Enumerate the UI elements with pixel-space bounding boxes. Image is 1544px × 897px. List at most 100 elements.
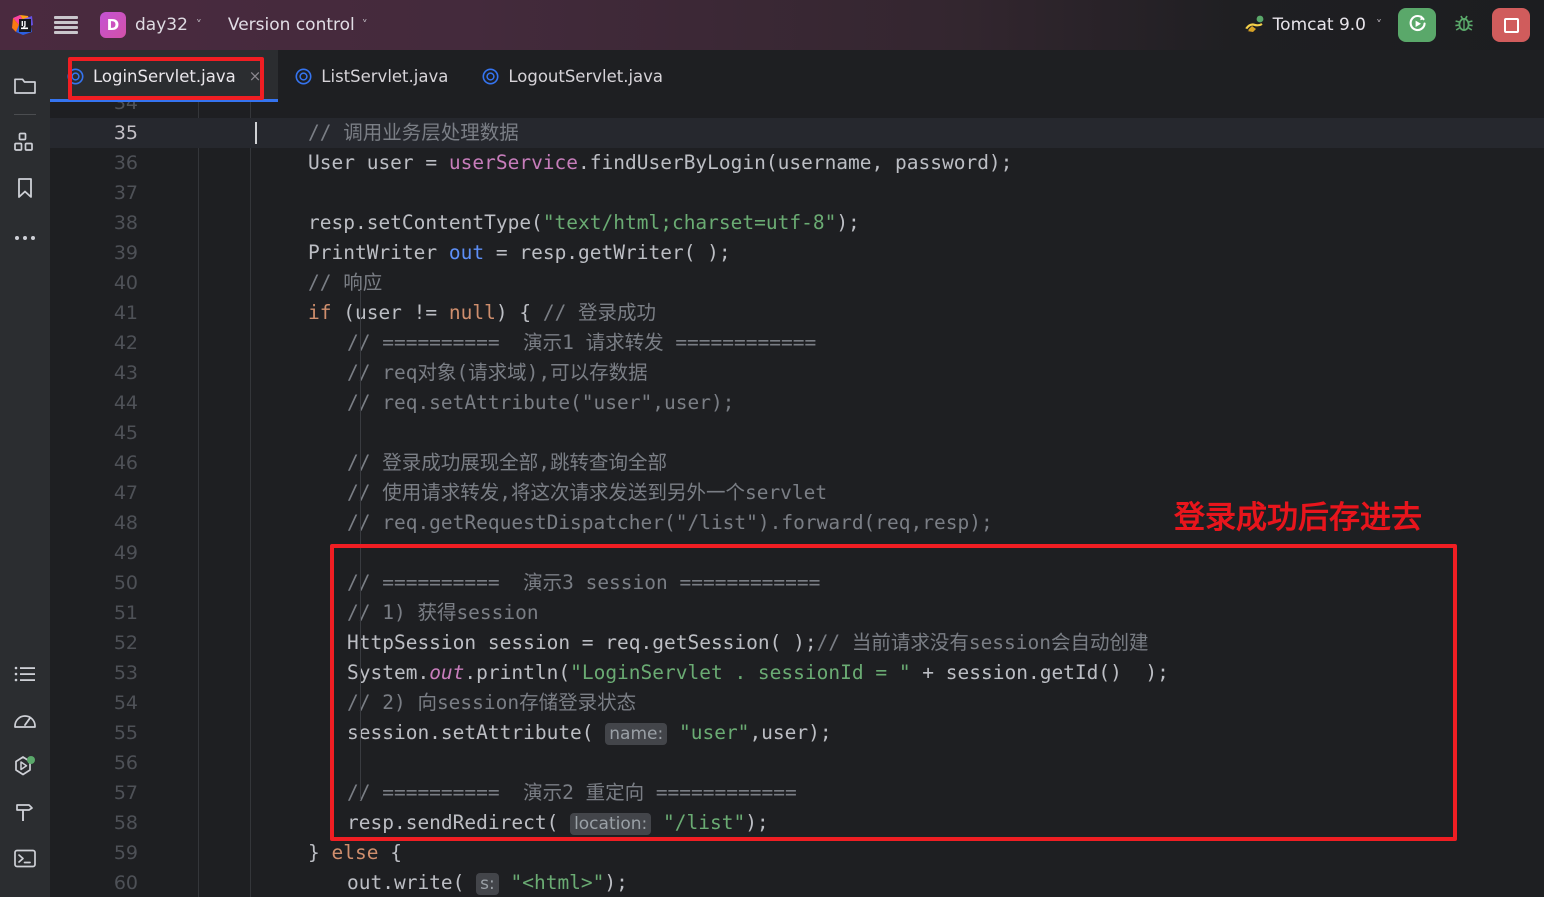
version-control-menu[interactable]: Version control — [228, 15, 355, 35]
code-token: { — [378, 841, 402, 864]
debug-bug-icon — [1453, 12, 1475, 38]
code-token: (user != — [331, 301, 449, 324]
code-token: // req对象(请求域),可以存数据 — [347, 361, 648, 384]
code-text: // 登录成功展现全部,跳转查询全部 — [347, 448, 667, 478]
intellij-idea-logo: IJ — [10, 12, 36, 38]
line-number: 38 — [113, 212, 138, 234]
code-line[interactable]: 55 session.setAttribute( name: "user",use… — [50, 718, 1544, 748]
line-number: 60 — [113, 872, 138, 894]
code-token: // 调用业务层处理数据 — [308, 121, 519, 144]
code-token: "<html>" — [510, 871, 605, 894]
sidebar-item-more[interactable] — [5, 213, 45, 259]
run-configuration-selector[interactable]: Tomcat 9.0 ˅ — [1244, 15, 1382, 35]
code-line[interactable]: 57 // ========== 演示2 重定向 ============ — [50, 778, 1544, 808]
chevron-down-icon: ˅ — [1376, 18, 1382, 32]
editor-tab-logoutservlet-java[interactable]: LogoutServlet.java — [465, 50, 680, 102]
structure-icon — [13, 131, 37, 157]
rail-divider — [14, 114, 36, 115]
indent-guide — [360, 290, 361, 800]
code-token: out.write( — [347, 871, 477, 894]
line-number: 42 — [113, 332, 138, 354]
hamburger-menu-icon[interactable] — [54, 16, 78, 34]
editor-tab-listservlet-java[interactable]: ListServlet.java — [278, 50, 465, 102]
line-number: 52 — [113, 632, 138, 654]
parameter-hint: location: — [570, 813, 652, 835]
code-line[interactable]: 38 resp.setContentType("text/html;charset… — [50, 208, 1544, 238]
line-number: 45 — [113, 422, 138, 444]
code-line[interactable]: 54 // 2) 向session存储登录状态 — [50, 688, 1544, 718]
code-line[interactable]: 50 // ========== 演示3 session ============ — [50, 568, 1544, 598]
code-line[interactable]: 43 // req对象(请求域),可以存数据 — [50, 358, 1544, 388]
code-line[interactable]: 45 — [50, 418, 1544, 448]
rerun-button[interactable] — [1398, 8, 1436, 42]
code-line[interactable]: 36 User user = userService.findUserByLogi… — [50, 148, 1544, 178]
editor-tab-loginservlet-java[interactable]: LoginServlet.java × — [50, 50, 279, 102]
sidebar-item-terminal[interactable] — [5, 837, 45, 883]
text-caret — [255, 122, 257, 144]
code-line[interactable]: 44 // req.setAttribute("user",user); — [50, 388, 1544, 418]
code-token: // ========== 演示3 session ============ — [347, 571, 821, 594]
code-line[interactable]: 51 // 1) 获得session — [50, 598, 1544, 628]
line-number: 35 — [113, 122, 138, 144]
list-icon — [13, 665, 37, 687]
code-text: // 1) 获得session — [347, 598, 539, 628]
code-text: User user = userService.findUserByLogin(… — [308, 148, 1012, 178]
code-token: else — [331, 841, 379, 864]
code-line[interactable]: 41 if (user != null) { // 登录成功 — [50, 298, 1544, 328]
line-number: 59 — [113, 842, 138, 864]
terminal-icon — [13, 848, 37, 873]
code-line[interactable]: 37 — [50, 178, 1544, 208]
code-line[interactable]: 56 — [50, 748, 1544, 778]
sidebar-item-profiler[interactable] — [5, 699, 45, 745]
code-line[interactable]: 58 resp.sendRedirect( location: "/list"); — [50, 808, 1544, 838]
line-number: 57 — [113, 782, 138, 804]
code-line[interactable]: 46 // 登录成功展现全部,跳转查询全部 — [50, 448, 1544, 478]
close-icon[interactable]: × — [249, 67, 262, 85]
code-line[interactable]: 40 // 响应 — [50, 268, 1544, 298]
code-line[interactable]: 52 HttpSession session = req.getSession( … — [50, 628, 1544, 658]
code-token: ); — [604, 871, 628, 894]
parameter-hint: name: — [605, 723, 668, 745]
folder-icon — [13, 75, 37, 100]
rerun-icon — [1407, 13, 1428, 38]
code-text: } else { — [308, 838, 402, 868]
code-token: if — [308, 301, 332, 324]
code-line[interactable]: 42 // ========== 演示1 请求转发 ============ — [50, 328, 1544, 358]
code-text: session.setAttribute( name: "user",user)… — [347, 718, 832, 749]
line-number: 58 — [113, 812, 138, 834]
line-number: 40 — [113, 272, 138, 294]
code-line[interactable]: 35 // 调用业务层处理数据 — [50, 118, 1544, 148]
line-number: 34 — [113, 102, 138, 114]
code-token: // 响应 — [308, 271, 383, 294]
code-line[interactable]: 49 — [50, 538, 1544, 568]
java-class-icon — [295, 68, 312, 85]
sidebar-item-project[interactable] — [5, 64, 45, 110]
code-line[interactable]: 59 } else { — [50, 838, 1544, 868]
sidebar-item-build[interactable] — [5, 791, 45, 837]
code-token: PrintWriter — [308, 241, 449, 264]
sidebar-item-todo[interactable] — [5, 653, 45, 699]
line-number: 50 — [113, 572, 138, 594]
code-line[interactable]: 34 — [50, 102, 1544, 118]
code-token: ); — [836, 211, 860, 234]
sidebar-item-bookmarks[interactable] — [5, 167, 45, 213]
project-selector[interactable]: D day32 ˅ — [100, 12, 202, 38]
sidebar-item-services[interactable] — [5, 745, 45, 791]
code-token: // req.setAttribute("user",user); — [347, 391, 735, 414]
code-line[interactable]: 39 PrintWriter out = resp.getWriter( ); — [50, 238, 1544, 268]
code-line[interactable]: 53 System.out.println("LoginServlet . ses… — [50, 658, 1544, 688]
debug-button[interactable] — [1448, 9, 1480, 41]
java-class-icon — [482, 68, 499, 85]
code-text: // 响应 — [308, 268, 382, 298]
stop-button[interactable] — [1492, 8, 1530, 42]
sidebar-item-structure[interactable] — [5, 121, 45, 167]
line-number: 37 — [113, 182, 138, 204]
code-line[interactable]: 60 out.write( s: "<html>"); — [50, 868, 1544, 897]
stop-icon — [1503, 17, 1519, 33]
code-text: resp.setContentType("text/html;charset=u… — [308, 208, 860, 238]
code-token: out — [429, 661, 465, 684]
run-configuration-label: Tomcat 9.0 — [1272, 15, 1366, 35]
code-text: // ========== 演示2 重定向 ============ — [347, 778, 797, 808]
